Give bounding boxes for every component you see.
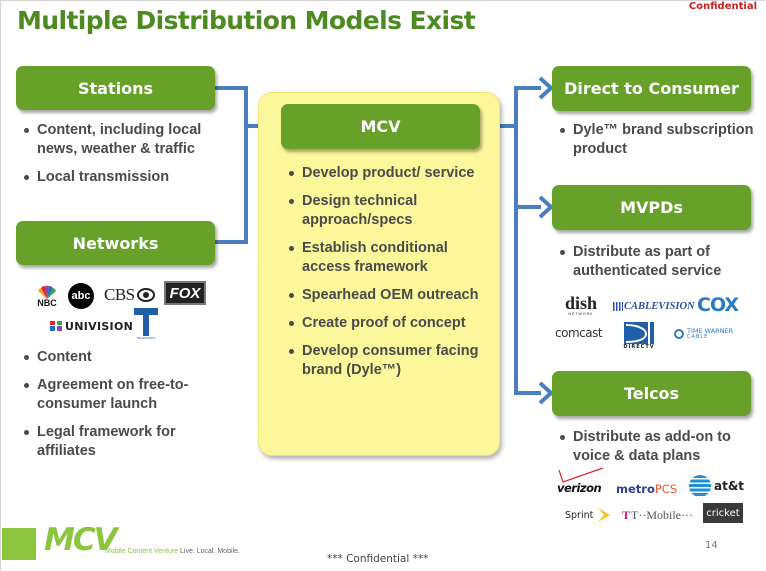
cablevision-logo: CABLEVISION: [613, 298, 695, 314]
networks-bullets: Content Agreement on free-to-consumer la…: [22, 348, 232, 470]
att-text: at&t: [714, 479, 745, 493]
comcast-logo: comcast: [555, 323, 603, 343]
att-logo: at&t: [689, 474, 744, 498]
pcs-text: PCS: [654, 482, 678, 496]
att-globe-icon: [689, 475, 711, 497]
abc-logo: abc: [68, 283, 94, 309]
dish-network-text: NETWORK: [568, 312, 594, 316]
mcv-box: MCV: [281, 104, 480, 149]
mvpds-box: MVPDs: [552, 185, 751, 230]
tmobile-t-icon: T: [622, 507, 631, 522]
telemundo-t-icon: [134, 308, 158, 336]
dish-text: dish: [564, 293, 598, 313]
peacock-icon: [38, 285, 56, 299]
tmobile-text: T··Mobile···: [631, 507, 693, 522]
bullet-item: Design technical approach/specs: [287, 192, 492, 230]
univision-text: UNIVISION: [65, 319, 134, 333]
stations-box: Stations: [16, 66, 215, 110]
slide-title: Multiple Distribution Models Exist: [17, 6, 476, 35]
bullet-item: Establish conditional access framework: [287, 239, 492, 277]
comcast-text: comcast: [555, 326, 603, 340]
bullet-item: Legal framework for affiliates: [22, 423, 232, 461]
bullet-item: Spearhead OEM outreach: [287, 286, 492, 305]
bullet-item: Local transmission: [22, 168, 232, 187]
directv-text: DIRECTV: [623, 343, 655, 350]
mcv-tagline: Live. Local. Mobile.: [180, 548, 240, 555]
confidential-footer: *** Confidential ***: [327, 553, 429, 565]
networks-box: Networks: [16, 221, 215, 265]
sprint-wing-icon: [598, 508, 611, 522]
bullet-item: Distribute as add-on to voice & data pla…: [558, 428, 763, 466]
direct-to-consumer-box: Direct to Consumer: [552, 66, 751, 111]
confidential-label: Confidential: [688, 1, 757, 12]
bullet-item: Develop consumer facing brand (Dyle™): [287, 342, 492, 380]
sprint-logo: Sprint: [565, 505, 612, 525]
fox-logo: FOX: [164, 281, 206, 305]
telemundo-text: TELEMUNDO: [136, 336, 156, 340]
verizon-text: verizon: [557, 481, 602, 495]
bullet-item: Content: [22, 348, 232, 367]
footer-accent-bar: [2, 528, 36, 560]
mcv-logo-subtitle: Mobile Content Venture: [105, 548, 179, 555]
cox-logo: COX: [697, 294, 739, 316]
mcv-bullets: Develop product/ service Design technica…: [287, 164, 492, 389]
bullet-item: Dyle™ brand subscription product: [558, 121, 758, 159]
bullet-item: Create proof of concept: [287, 314, 492, 333]
cablevision-stripes-icon: [613, 301, 623, 311]
bullet-item: Content, including local news, weather &…: [22, 121, 232, 159]
cbs-eye-icon: [136, 288, 155, 302]
time-warner-eye-icon: [674, 329, 684, 339]
nbc-text: NBC: [37, 297, 57, 308]
telemundo-logo: TELEMUNDO: [132, 307, 160, 341]
verizon-logo: verizon: [557, 466, 609, 496]
univision-logo: UNIVISION: [50, 317, 133, 335]
cablevision-text: CABLEVISION: [624, 300, 695, 312]
cricket-logo: cricket: [703, 503, 743, 523]
cbs-text: CBS: [104, 285, 135, 304]
metro-text: metro: [616, 482, 655, 496]
directv-logo: DIRECTV: [619, 321, 659, 351]
time-warner-cable-text: CABLE: [687, 334, 709, 340]
nbc-logo: NBC: [33, 281, 61, 311]
sprint-text: Sprint: [565, 509, 594, 521]
directv-mark-icon: [624, 321, 654, 344]
telcos-box: Telcos: [552, 371, 751, 416]
dish-logo: dish NETWORK: [561, 294, 601, 318]
page-number: 14: [705, 540, 718, 551]
stations-bullets: Content, including local news, weather &…: [22, 121, 232, 196]
bullet-item: Distribute as part of authenticated serv…: [558, 243, 758, 281]
tmobile-logo: T T··Mobile···: [622, 507, 693, 523]
direct-bullets: Dyle™ brand subscription product: [558, 121, 758, 168]
time-warner-logo: TIME WARNER CABLE: [674, 326, 733, 342]
metropcs-logo: metro PCS: [616, 482, 677, 496]
bullet-item: Develop product/ service: [287, 164, 492, 183]
mvpds-bullets: Distribute as part of authenticated serv…: [558, 243, 758, 290]
cbs-logo: CBS: [104, 284, 155, 306]
bullet-item: Agreement on free-to-consumer launch: [22, 376, 232, 414]
univision-mark-icon: [50, 321, 62, 331]
